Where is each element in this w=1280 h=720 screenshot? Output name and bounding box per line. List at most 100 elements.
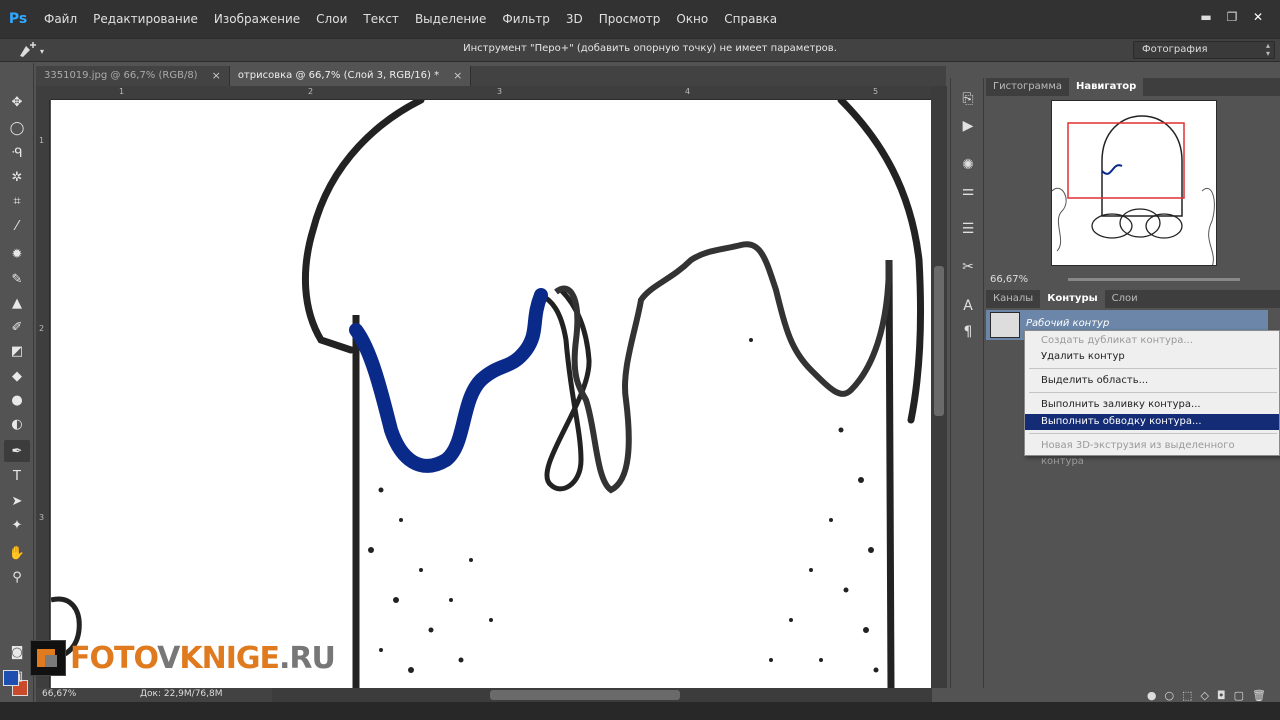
eraser-icon[interactable]: ◩ <box>4 340 30 362</box>
brushes-icon[interactable]: ✺ <box>957 154 979 176</box>
close-icon[interactable]: × <box>212 66 221 86</box>
tab-layers[interactable]: Слои <box>1105 290 1145 308</box>
healing-icon[interactable]: ✹ <box>4 243 30 265</box>
navigator-zoom-value[interactable]: 66,67% <box>990 274 1028 285</box>
select-arrows-icon: ▴ ▾ <box>1265 41 1270 58</box>
tab-navigator[interactable]: Навигатор <box>1068 78 1144 96</box>
ruler-vertical[interactable]: 1 2 3 <box>36 100 50 688</box>
photoshop-logo: Ps <box>8 11 28 27</box>
menu-type[interactable]: Текст <box>355 0 407 38</box>
foreground-color[interactable] <box>3 670 19 686</box>
ellipse-marquee-icon[interactable]: ◯ <box>4 117 30 139</box>
options-message: Инструмент "Перо+" (добавить опорную точ… <box>463 43 837 54</box>
trash-icon[interactable]: 🗑 <box>1252 689 1266 702</box>
navigator-thumbnail <box>1052 115 1215 265</box>
tab-channels[interactable]: Каналы <box>986 290 1040 308</box>
menu-separator <box>1029 433 1277 434</box>
eyedropper-icon[interactable]: ⁄ <box>4 215 30 237</box>
document-canvas[interactable] <box>51 100 931 688</box>
menu-item-make-selection[interactable]: Выделить область... <box>1025 373 1279 389</box>
scrollbar-thumb[interactable] <box>934 266 944 416</box>
move-icon[interactable]: ✥ <box>4 91 30 113</box>
navigator-preview[interactable] <box>1051 100 1217 266</box>
menu-3d[interactable]: 3D <box>558 0 591 38</box>
actions-icon[interactable]: ▶ <box>957 115 979 137</box>
menu-separator <box>1029 368 1277 369</box>
navigator-zoom-slider[interactable] <box>1068 278 1240 281</box>
taskbar-strip <box>0 702 1280 720</box>
magic-wand-icon[interactable]: ✲ <box>4 166 30 188</box>
zoom-icon[interactable]: ⚲ <box>4 566 30 588</box>
tab-paths[interactable]: Контуры <box>1040 290 1105 308</box>
zoom-level[interactable]: 66,67% <box>42 689 76 699</box>
stamp-icon[interactable]: ▲ <box>4 292 30 314</box>
menu-edit[interactable]: Редактирование <box>85 0 206 38</box>
navigator-panel: Гистограмма Навигатор 66,67% <box>986 78 1280 288</box>
paths-panel-footer: ● ○ ⬚ ◇ ◘ ▢ 🗑 <box>986 688 1280 702</box>
shape-icon[interactable]: ✦ <box>4 514 30 536</box>
make-path-icon[interactable]: ◇ <box>1200 689 1208 702</box>
close-icon[interactable]: × <box>453 66 462 86</box>
load-selection-icon[interactable]: ⬚ <box>1182 689 1192 702</box>
restore-button[interactable]: ❐ <box>1222 8 1242 26</box>
workspace-select[interactable]: Фотография ▴ ▾ <box>1133 41 1275 59</box>
path-select-icon[interactable]: ➤ <box>4 490 30 512</box>
stroke-path-icon[interactable]: ○ <box>1164 689 1174 702</box>
menu-item-delete-path[interactable]: Удалить контур <box>1025 349 1279 365</box>
menu-filter[interactable]: Фильтр <box>494 0 557 38</box>
ruler-label: 5 <box>873 87 879 96</box>
menu-item-3d-extrusion: Новая 3D-экструзия из выделенного контур… <box>1041 440 1235 467</box>
close-button[interactable]: ✕ <box>1248 8 1268 26</box>
history-brush-icon[interactable]: ✐ <box>4 316 30 338</box>
blur-icon[interactable]: ● <box>4 389 30 411</box>
path-thumbnail <box>990 312 1020 338</box>
vertical-scrollbar[interactable] <box>931 86 947 688</box>
menu-layers[interactable]: Слои <box>308 0 355 38</box>
document-size: Док: 22,9M/76,8M <box>140 689 223 699</box>
brush-icon[interactable]: ✎ <box>4 268 30 290</box>
layer-comps-icon[interactable]: ☰ <box>957 218 979 240</box>
tab-document-2[interactable]: отрисовка @ 66,7% (Слой 3, RGB/16) * × <box>229 66 472 86</box>
panel-tabs: Каналы Контуры Слои <box>986 290 1280 308</box>
tab-histogram[interactable]: Гистограмма <box>986 78 1069 96</box>
minimize-button[interactable]: ▬ <box>1196 8 1216 26</box>
dodge-icon[interactable]: ◐ <box>4 413 30 435</box>
new-path-icon[interactable]: ▢ <box>1234 689 1244 702</box>
menu-window[interactable]: Окно <box>668 0 716 38</box>
ruler-horizontal[interactable]: 1 2 3 4 5 <box>51 86 931 100</box>
tab-label: 3351019.jpg @ 66,7% (RGB/8) <box>44 70 198 81</box>
collapsed-panels-dock: ⎘ ▶ ✺ ⚌ ☰ ✂ A ¶ <box>950 78 984 688</box>
ruler-label: 4 <box>685 87 691 96</box>
menu-help[interactable]: Справка <box>716 0 785 38</box>
lasso-icon[interactable]: ᑴ <box>4 142 30 164</box>
ruler-label: 2 <box>308 87 314 96</box>
tools-presets-icon[interactable]: ✂ <box>957 256 979 278</box>
watermark: FOTOVKNIGE.RU <box>30 636 336 680</box>
tab-document-1[interactable]: 3351019.jpg @ 66,7% (RGB/8) × <box>36 66 230 86</box>
menu-item-stroke-path[interactable]: Выполнить обводку контура... <box>1025 414 1279 430</box>
adjustments-icon[interactable]: ⚌ <box>957 180 979 202</box>
menu-image[interactable]: Изображение <box>206 0 308 38</box>
quick-mask-icon[interactable]: ◙ <box>4 641 30 663</box>
menu-select[interactable]: Выделение <box>407 0 494 38</box>
crop-icon[interactable]: ⌗ <box>4 190 30 212</box>
hand-icon[interactable]: ✋ <box>4 542 30 564</box>
history-icon[interactable]: ⎘ <box>957 88 979 110</box>
context-menu: Создать дубликат контура... Удалить конт… <box>1024 330 1280 467</box>
panel-tabs: Гистограмма Навигатор <box>986 78 1280 96</box>
paragraph-icon[interactable]: ¶ <box>957 321 979 343</box>
character-icon[interactable]: A <box>957 295 979 317</box>
horizontal-scrollbar[interactable] <box>272 688 932 702</box>
menu-view[interactable]: Просмотр <box>591 0 669 38</box>
add-mask-icon[interactable]: ◘ <box>1217 689 1226 702</box>
menu-file[interactable]: Файл <box>36 0 85 38</box>
type-icon[interactable]: T <box>4 465 30 487</box>
menu-item-fill-path[interactable]: Выполнить заливку контура... <box>1025 397 1279 413</box>
paint-bucket-icon[interactable]: ◆ <box>4 365 30 387</box>
fill-path-icon[interactable]: ● <box>1147 689 1157 702</box>
pen-icon[interactable]: ✒ <box>4 440 30 462</box>
scrollbar-thumb[interactable] <box>490 690 680 700</box>
status-bar: 66,67% Док: 22,9M/76,8M <box>36 688 272 702</box>
ruler-label: 1 <box>39 136 45 145</box>
tools-panel: ✥ ◯ ᑴ ✲ ⌗ ⁄ ✹ ✎ ▲ ✐ ◩ ◆ ● ◐ ✒ T ➤ ✦ ✋ ⚲ … <box>0 63 34 720</box>
